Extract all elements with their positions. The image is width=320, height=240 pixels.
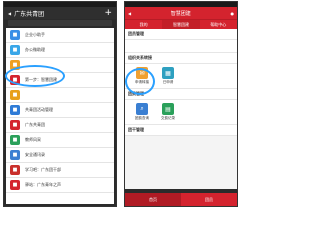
bot-icon: ■ xyxy=(10,30,20,40)
tab-mine[interactable]: 我的 xyxy=(125,20,162,29)
left-phone-screen: ◀ 广东共青团 + ■ 企业小助手 ■ 办公微助理 ■ ■ 第一步：智慧团建 ■ ■ 共青团活动管… xyxy=(3,1,117,207)
chat-list-item-label: 安全通讯录 xyxy=(25,152,45,157)
chat-list-item[interactable]: ■ 学习吧：广东团干部 xyxy=(6,163,114,178)
fee-query-button[interactable]: ⌕ 团费查询 xyxy=(129,103,155,121)
section-transfer: 组织关系转接 xyxy=(125,53,237,64)
chat-list-item-label: 共青团活动管理 xyxy=(25,107,53,112)
chat-list-item[interactable]: ■ 广东共青团 xyxy=(6,118,114,133)
highlight-circle xyxy=(5,65,65,87)
chat-list-item[interactable]: ■ xyxy=(6,88,114,103)
activity-icon: ■ xyxy=(10,105,20,115)
right-header: ◀ 智慧团建 ● xyxy=(125,7,237,19)
right-phone-screen: ◀ 智慧团建 ● 我的 智慧团建 帮助中心 团员管理 组织关系转接 ✉ 申请转接… xyxy=(124,1,238,207)
nav-home[interactable]: 首页 xyxy=(125,193,181,206)
chat-list-item-label: 学习吧：广东团干部 xyxy=(25,167,61,172)
chat-list-item[interactable]: ■ 办公微助理 xyxy=(6,43,114,58)
fee-record-button[interactable]: ▤ 交费记录 xyxy=(155,103,181,121)
back-icon[interactable]: ◀ xyxy=(128,11,131,16)
fee-icons: ⌕ 团费查询 ▤ 交费记录 xyxy=(125,100,237,125)
chat-list-item[interactable]: ■ 驿站：广东青年之声 xyxy=(6,178,114,193)
right-title: 智慧团建 xyxy=(170,10,191,17)
nav-members[interactable]: 团员 xyxy=(181,193,237,206)
fee-query-icon: ⌕ xyxy=(136,103,148,115)
chat-list-item[interactable]: ■ 企业小助手 xyxy=(6,28,114,43)
bottom-nav: 首页 团员 xyxy=(125,193,237,206)
chat-list-item[interactable]: ■ 教师风采 xyxy=(6,133,114,148)
left-title: 广东共青团 xyxy=(14,10,45,18)
study-icon: ■ xyxy=(10,165,20,175)
tab-bar: 我的 智慧团建 帮助中心 xyxy=(125,19,237,29)
search-bar[interactable] xyxy=(8,20,112,26)
league-icon: ■ xyxy=(10,120,20,130)
voice-icon: ■ xyxy=(10,180,20,190)
tab-smart-league[interactable]: 智慧团建 xyxy=(162,20,200,29)
applied-button[interactable]: ▦ 已申请 xyxy=(155,67,181,85)
left-header: ◀ 广东共青团 + xyxy=(4,7,116,19)
chat-list-item-label: 办公微助理 xyxy=(25,47,45,52)
chat-list-item-label: 驿站：广东青年之声 xyxy=(25,182,61,187)
chat-list-item-label: 企业小助手 xyxy=(25,32,45,37)
assistant-icon: ■ xyxy=(10,45,20,55)
chat-list-item-label: 教师风采 xyxy=(25,137,41,142)
contacts-icon: ■ xyxy=(10,150,20,160)
applied-icon: ▦ xyxy=(162,67,174,79)
person-icon[interactable]: ● xyxy=(231,11,235,16)
teacher-icon: ■ xyxy=(10,135,20,145)
fee-record-icon: ▤ xyxy=(162,103,174,115)
message-icon: ■ xyxy=(10,90,20,100)
tab-help[interactable]: 帮助中心 xyxy=(200,20,237,29)
section-cadre: 团干管理 xyxy=(125,125,237,136)
section-member-mgmt: 团员管理 xyxy=(125,29,237,40)
content: 团员管理 组织关系转接 ✉ 申请转接 ▦ 已申请 团费管理 ⌕ 团费查询 ▤ 交… xyxy=(125,29,237,189)
chat-list-item[interactable]: ■ 共青团活动管理 xyxy=(6,103,114,118)
plus-icon[interactable]: + xyxy=(104,8,112,18)
highlight-circle xyxy=(125,68,155,95)
chat-list-item[interactable]: ■ 安全通讯录 xyxy=(6,148,114,163)
chat-list: ■ 企业小助手 ■ 办公微助理 ■ ■ 第一步：智慧团建 ■ ■ 共青团活动管理 ■ 广东共青团 ■ 教师… xyxy=(6,28,114,204)
back-icon[interactable]: ◀ xyxy=(8,11,11,16)
chat-list-item-label: 广东共青团 xyxy=(25,122,45,127)
